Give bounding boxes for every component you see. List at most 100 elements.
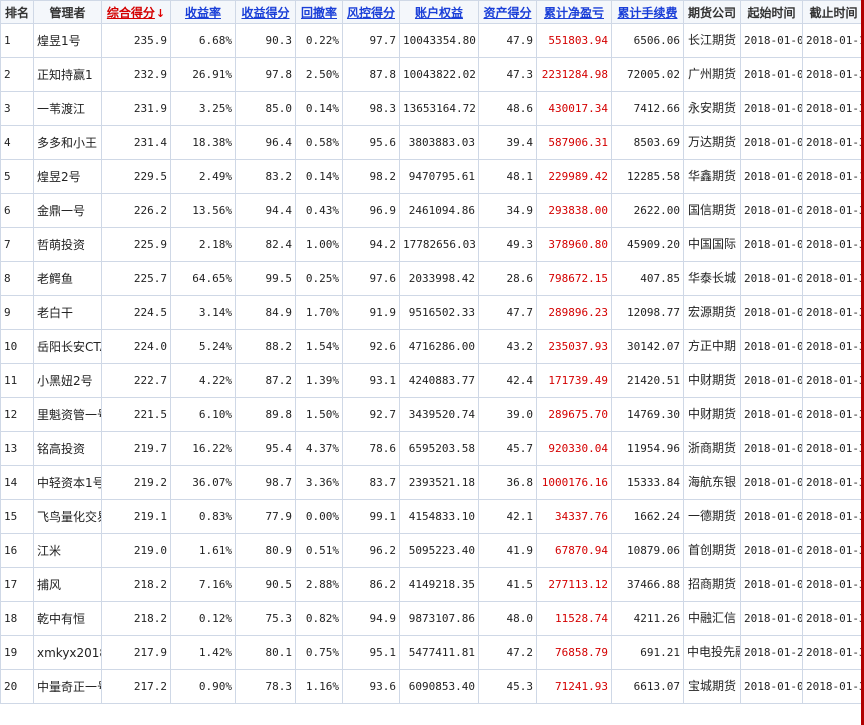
cell-manager: 多多和小王 (33, 125, 102, 160)
cell-equity: 3439520.74 (399, 397, 479, 432)
cell-return-rate: 3.14% (170, 295, 236, 330)
cell-manager: 江米 (33, 533, 102, 568)
cell-return-score: 97.8 (235, 57, 296, 92)
cell-return-rate: 6.10% (170, 397, 236, 432)
header-return-score[interactable]: 收益得分 (235, 0, 296, 24)
header-label: 风控得分 (346, 5, 395, 20)
cell-return-rate: 3.25% (170, 91, 236, 126)
cell-futures-company: 广州期货 (683, 57, 741, 92)
cell-net-pnl: 229989.42 (536, 159, 612, 194)
cell-manager: 铭高投资 (33, 431, 102, 466)
cell-return-score: 82.4 (235, 227, 296, 262)
table-row: 13 铭高投资 219.7 16.22% 95.4 4.37% 78.6 6595203.58… (0, 431, 864, 466)
cell-asset-score: 48.1 (478, 159, 537, 194)
cell-end-date: 2018-01-31 (802, 261, 864, 296)
cell-return-rate: 1.42% (170, 635, 236, 670)
cell-return-rate: 2.18% (170, 227, 236, 262)
cell-futures-company: 中国国际 (683, 227, 741, 262)
cell-risk-score: 78.6 (342, 431, 400, 466)
cell-return-score: 85.0 (235, 91, 296, 126)
cell-start-date: 2018-01-02 (740, 295, 803, 330)
cell-return-rate: 7.16% (170, 567, 236, 602)
cell-fees: 7412.66 (611, 91, 684, 126)
cell-risk-score: 92.6 (342, 329, 400, 364)
header-drawdown[interactable]: 回撤率 (295, 0, 343, 24)
header-label: 回撤率 (300, 5, 337, 20)
cell-rank: 13 (0, 431, 34, 466)
header-equity[interactable]: 账户权益 (399, 0, 479, 24)
cell-drawdown: 0.14% (295, 159, 343, 194)
cell-net-pnl: 289675.70 (536, 397, 612, 432)
cell-composite-score: 224.5 (101, 295, 171, 330)
cell-manager: 飞鸟量化交易 (33, 499, 102, 534)
cell-futures-company: 招商期货 (683, 567, 741, 602)
cell-return-score: 80.1 (235, 635, 296, 670)
cell-composite-score: 219.2 (101, 465, 171, 500)
cell-risk-score: 97.7 (342, 23, 400, 58)
cell-return-score: 89.8 (235, 397, 296, 432)
header-net-pnl[interactable]: 累计净盈亏 (536, 0, 612, 24)
header-asset-score[interactable]: 资产得分 (478, 0, 537, 24)
header-label: 累计手续费 (617, 5, 678, 20)
cell-start-date: 2018-01-02 (740, 227, 803, 262)
header-end-date: 截止时间 (802, 0, 864, 24)
cell-futures-company: 中财期货 (683, 363, 741, 398)
cell-asset-score: 41.5 (478, 567, 537, 602)
cell-return-score: 80.9 (235, 533, 296, 568)
cell-asset-score: 42.1 (478, 499, 537, 534)
cell-fees: 6506.06 (611, 23, 684, 58)
cell-composite-score: 218.2 (101, 601, 171, 636)
cell-equity: 6595203.58 (399, 431, 479, 466)
cell-composite-score: 217.9 (101, 635, 171, 670)
cell-return-score: 83.2 (235, 159, 296, 194)
header-risk-score[interactable]: 风控得分 (342, 0, 400, 24)
header-fees[interactable]: 累计手续费 (611, 0, 684, 24)
sort-down-icon[interactable]: ↓ (156, 7, 165, 20)
cell-return-rate: 16.22% (170, 431, 236, 466)
table-row: 11 小黑妞2号 222.7 4.22% 87.2 1.39% 93.1 4240883.77… (0, 363, 864, 398)
header-label: 累计净盈亏 (543, 5, 604, 20)
cell-fees: 15333.84 (611, 465, 684, 500)
cell-return-rate: 1.61% (170, 533, 236, 568)
cell-fees: 1662.24 (611, 499, 684, 534)
cell-start-date: 2018-01-02 (740, 465, 803, 500)
cell-rank: 4 (0, 125, 34, 160)
cell-net-pnl: 171739.49 (536, 363, 612, 398)
cell-start-date: 2018-01-02 (740, 159, 803, 194)
cell-drawdown: 0.58% (295, 125, 343, 160)
cell-futures-company: 海航东银 (683, 465, 741, 500)
header-label: 收益率 (184, 5, 221, 20)
cell-start-date: 2018-01-25 (740, 635, 803, 670)
cell-futures-company: 中融汇信 (683, 601, 741, 636)
cell-return-score: 98.7 (235, 465, 296, 500)
table-row: 19xmkyx2018账户217.91.42%80.10.75%95.15477… (0, 635, 864, 670)
table-row: 4 多多和小王 231.4 18.38% 96.4 0.58% 95.6 3803883.03… (0, 125, 864, 160)
header-rank: 排名 (0, 0, 34, 24)
cell-risk-score: 98.3 (342, 91, 400, 126)
header-composite-score[interactable]: 综合得分↓ (101, 0, 171, 24)
cell-fees: 14769.30 (611, 397, 684, 432)
cell-rank: 3 (0, 91, 34, 126)
cell-end-date: 2018-01-10 (802, 23, 864, 58)
header-return-rate[interactable]: 收益率 (170, 0, 236, 24)
cell-end-date: 2018-01-31 (802, 601, 864, 636)
cell-start-date: 2018-01-02 (740, 499, 803, 534)
cell-return-score: 94.4 (235, 193, 296, 228)
cell-return-rate: 6.68% (170, 23, 236, 58)
cell-net-pnl: 293838.00 (536, 193, 612, 228)
cell-risk-score: 87.8 (342, 57, 400, 92)
cell-net-pnl: 587906.31 (536, 125, 612, 160)
cell-start-date: 2018-01-02 (740, 193, 803, 228)
cell-risk-score: 93.6 (342, 669, 400, 704)
cell-end-date: 2018-01-31 (802, 57, 864, 92)
cell-return-score: 84.9 (235, 295, 296, 330)
cell-end-date: 2018-01-31 (802, 397, 864, 432)
cell-return-rate: 2.49% (170, 159, 236, 194)
cell-fees: 12285.58 (611, 159, 684, 194)
cell-risk-score: 86.2 (342, 567, 400, 602)
header-manager: 管理者 (33, 0, 102, 24)
table-row: 15飞鸟量化交易219.10.83%77.90.00%99.14154833.1… (0, 499, 864, 534)
header-label: 资产得分 (483, 5, 532, 20)
header-start-date: 起始时间 (740, 0, 803, 24)
cell-return-score: 90.3 (235, 23, 296, 58)
